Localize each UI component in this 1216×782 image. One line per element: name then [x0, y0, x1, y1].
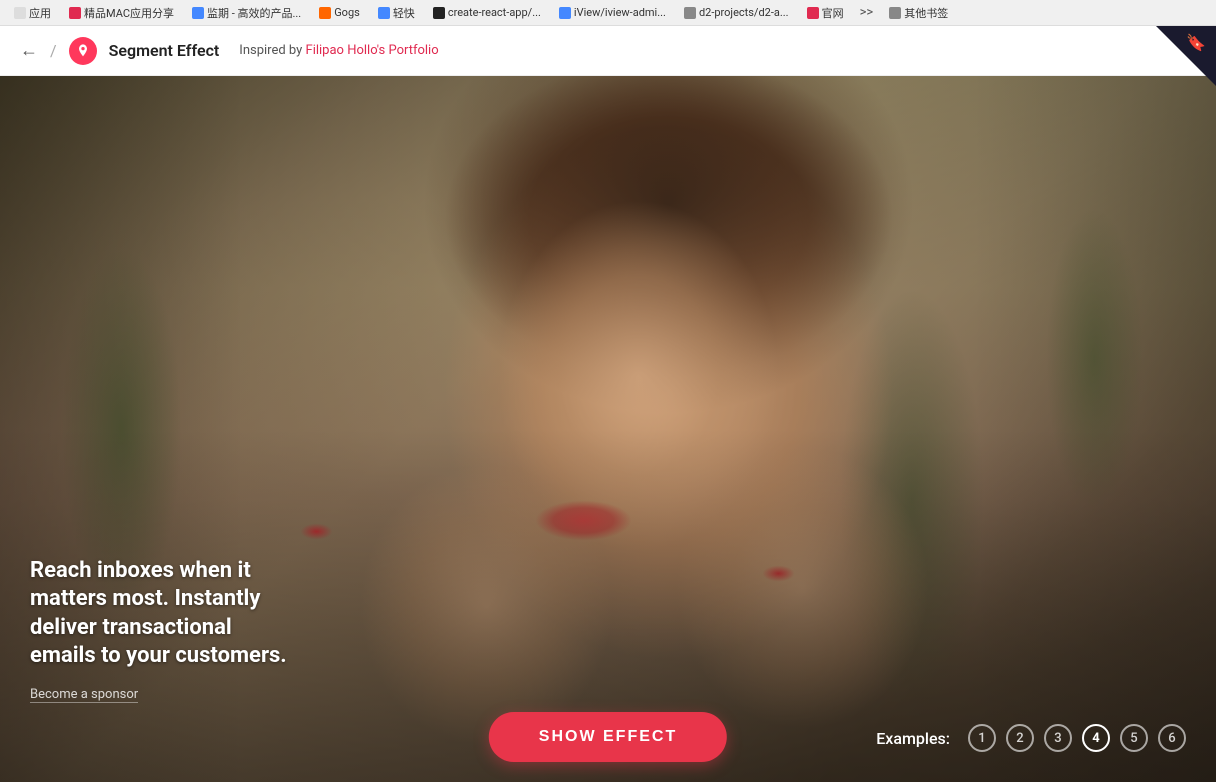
example-number-3[interactable]: 3 [1044, 724, 1072, 752]
bookmark-favicon [889, 7, 901, 19]
bookmark-item[interactable]: iView/iview-admi... [553, 4, 672, 21]
bookmark-favicon [14, 7, 26, 19]
bookmark-label: 官网 [822, 5, 844, 21]
bookmark-favicon [192, 7, 204, 19]
show-effect-button[interactable]: SHOW EFFECT [489, 712, 727, 762]
bookmark-favicon [69, 7, 81, 19]
bookmark-item[interactable]: d2-projects/d2-a... [678, 4, 795, 21]
bookmark-favicon [684, 7, 696, 19]
bookmark-label: 轻快 [393, 5, 415, 21]
app-nav: 🔖 ← / Segment Effect Inspired by Filipao… [0, 26, 1216, 76]
bookmark-item[interactable]: create-react-app/... [427, 4, 547, 21]
bookmark-label: 监期 - 高效的产品... [207, 5, 301, 21]
bookmark-favicon [378, 7, 390, 19]
bookmark-item[interactable]: 轻快 [372, 3, 421, 23]
bookmark-label: d2-projects/d2-a... [699, 6, 789, 19]
example-number-4[interactable]: 4 [1082, 724, 1110, 752]
bookmark-label: 精品MAC应用分享 [84, 5, 174, 21]
bookmark-item[interactable]: 官网 [801, 3, 850, 23]
nav-inspired-text: Inspired by Filipao Hollo's Portfolio [239, 43, 438, 58]
examples-label: Examples: [876, 729, 950, 748]
bookmark-item[interactable]: 监期 - 高效的产品... [186, 3, 307, 23]
inspired-portfolio-link[interactable]: Filipao Hollo's Portfolio [306, 43, 439, 58]
bookmark-label: 其他书签 [904, 5, 948, 21]
bookmark-item[interactable]: 应用 [8, 3, 57, 23]
bookmark-label: 应用 [29, 5, 51, 21]
bookmark-favicon [433, 7, 445, 19]
sponsor-link[interactable]: Become a sponsor [30, 687, 138, 703]
bookmark-label: create-react-app/... [448, 6, 541, 19]
bookmark-label: Gogs [334, 6, 360, 19]
main-tagline: Reach inboxes when it matters most. Inst… [30, 557, 290, 671]
nav-brand-icon [69, 37, 97, 65]
bookmarks-bar: 应用 精品MAC应用分享 监期 - 高效的产品... Gogs 轻快 creat… [0, 0, 1216, 26]
example-number-1[interactable]: 1 [968, 724, 996, 752]
more-bookmarks-button[interactable]: >> [856, 5, 878, 20]
airbnb-icon [75, 43, 91, 59]
example-number-6[interactable]: 6 [1158, 724, 1186, 752]
bookmark-favicon [807, 7, 819, 19]
bookmark-label: iView/iview-admi... [574, 6, 666, 19]
bookmark-item-other[interactable]: 其他书签 [883, 3, 954, 23]
nav-separator: / [50, 41, 57, 60]
bookmark-corner-icon: 🔖 [1172, 30, 1212, 70]
back-button[interactable]: ← [20, 40, 38, 61]
bottom-text-block: Reach inboxes when it matters most. Inst… [30, 557, 290, 702]
example-number-5[interactable]: 5 [1120, 724, 1148, 752]
bookmark-item[interactable]: 精品MAC应用分享 [63, 3, 180, 23]
page-title: Segment Effect [109, 41, 220, 60]
example-number-2[interactable]: 2 [1006, 724, 1034, 752]
bookmark-item[interactable]: Gogs [313, 4, 366, 21]
examples-nav: Examples: 1 2 3 4 5 6 [876, 724, 1186, 752]
svg-text:🔖: 🔖 [1186, 33, 1206, 52]
bookmark-favicon [559, 7, 571, 19]
bookmark-favicon [319, 7, 331, 19]
main-content: Reach inboxes when it matters most. Inst… [0, 76, 1216, 782]
